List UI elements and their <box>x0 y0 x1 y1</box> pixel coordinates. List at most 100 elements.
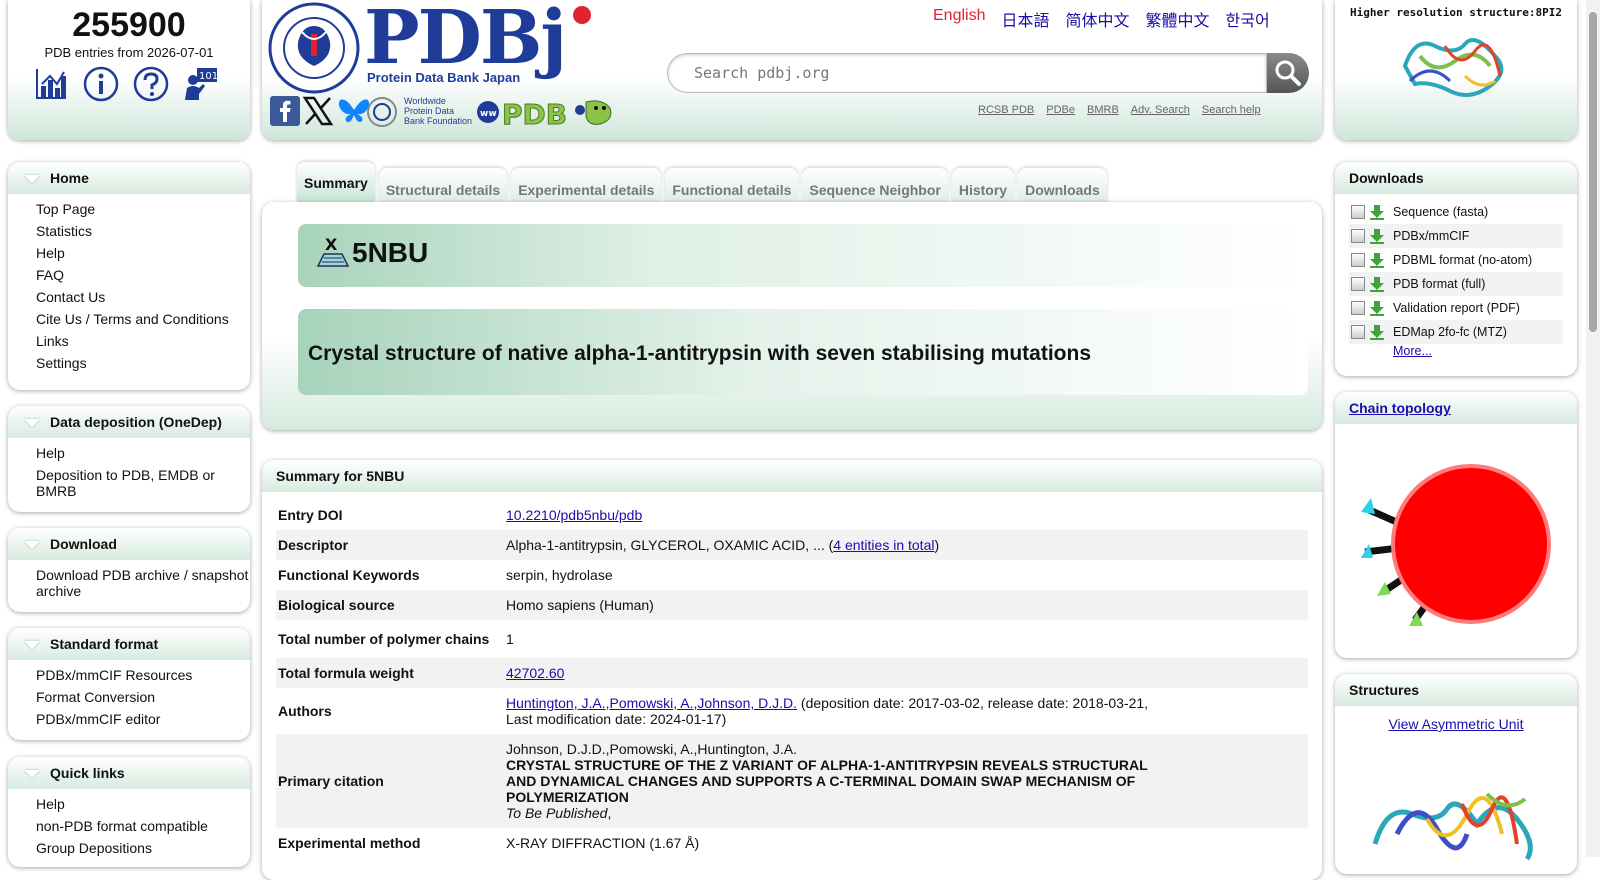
formula-weight-link[interactable]: 42702.60 <box>506 665 564 681</box>
download-edmap[interactable]: EDMap 2fo-fc (MTZ) <box>1393 325 1507 339</box>
pdbj-seal-logo[interactable] <box>268 2 360 94</box>
download-icon[interactable] <box>1369 324 1385 340</box>
menu-quick-links: Quick links Help non-PDB format compatib… <box>8 757 250 867</box>
menu-home-header[interactable]: Home <box>8 162 250 194</box>
search-input[interactable]: Search pdbj.org <box>667 53 1267 93</box>
download-icon[interactable] <box>1369 228 1385 244</box>
menu-item-help[interactable]: Help <box>36 242 250 264</box>
lang-simplified-chinese[interactable]: 简体中文 <box>1066 7 1130 31</box>
preview-icon[interactable] <box>1351 325 1365 339</box>
summary-panel: Summary for 5NBU Entry DOI 10.2210/pdb5n… <box>262 460 1322 880</box>
higher-resolution-panel: Higher resolution structure:8PI2 <box>1335 0 1577 140</box>
statistics-icon[interactable] <box>33 66 69 102</box>
preview-icon[interactable] <box>1351 301 1365 315</box>
table-row: Experimental method X-RAY DIFFRACTION (1… <box>276 828 1308 858</box>
wwpdb-foundation-text[interactable]: Worldwide Protein Data Bank Foundation <box>404 96 476 126</box>
citation-authors: Johnson, D.J.D.,Pomowski, A.,Huntington,… <box>506 741 798 757</box>
chains-value: 1 <box>506 631 514 647</box>
lang-korean[interactable]: 한국어 <box>1226 7 1270 31</box>
menu-item-non-pdb-format[interactable]: non-PDB format compatible <box>36 815 250 837</box>
structure-image[interactable] <box>1367 774 1537 864</box>
preview-icon[interactable] <box>1351 253 1365 267</box>
link-rcsb-pdb[interactable]: RCSB PDB <box>978 104 1034 116</box>
chain-topology-panel: Chain topology <box>1335 392 1577 658</box>
menu-standard-format-header[interactable]: Standard format <box>8 628 250 660</box>
entities-link[interactable]: 4 entities in total <box>833 537 934 553</box>
external-links: RCSB PDB PDBe BMRB Adv. Search Search he… <box>978 104 1261 116</box>
lang-japanese[interactable]: 日本語 <box>1001 7 1049 31</box>
menu-quick-links-header[interactable]: Quick links <box>8 757 250 789</box>
chain-topology-diagram[interactable] <box>1335 424 1577 658</box>
link-bmrb[interactable]: BMRB <box>1087 104 1119 116</box>
tab-summary[interactable]: Summary <box>297 162 375 203</box>
menu-item-quick-help[interactable]: Help <box>36 793 250 815</box>
download-pdbml[interactable]: PDBML format (no-atom) <box>1393 253 1532 267</box>
page-scrollbar[interactable] <box>1586 0 1600 857</box>
scrollbar-thumb[interactable] <box>1589 12 1597 332</box>
collapse-triangle-icon <box>24 175 40 183</box>
download-icon[interactable] <box>1369 276 1385 292</box>
link-adv-search[interactable]: Adv. Search <box>1131 104 1190 116</box>
menu-item-links[interactable]: Links <box>36 330 250 352</box>
menu-item-pdbx-resources[interactable]: PDBx/mmCIF Resources <box>36 664 250 686</box>
language-selector: English 日本語 简体中文 繁體中文 한국어 <box>933 7 1270 31</box>
svg-text:101: 101 <box>199 71 218 82</box>
downloads-list: Sequence (fasta) PDBx/mmCIF PDBML format… <box>1335 194 1577 344</box>
downloads-more-link[interactable]: More... <box>1393 344 1432 358</box>
entry-count: 255900 <box>72 6 186 44</box>
chain-topology-link[interactable]: Chain topology <box>1349 400 1451 416</box>
menu-item-statistics[interactable]: Statistics <box>36 220 250 242</box>
link-pdbe[interactable]: PDBe <box>1046 104 1075 116</box>
entry-title-box: X 5NBU Crystal structure of native alpha… <box>262 202 1322 430</box>
preview-icon[interactable] <box>1351 205 1365 219</box>
menu-item-format-conversion[interactable]: Format Conversion <box>36 686 250 708</box>
collapse-triangle-icon <box>24 541 40 549</box>
download-pdbx-mmcif[interactable]: PDBx/mmCIF <box>1393 229 1469 243</box>
menu-item-contact-us[interactable]: Contact Us <box>36 286 250 308</box>
menu-item-settings[interactable]: Settings <box>36 352 250 374</box>
menu-item-deposition-help[interactable]: Help <box>36 442 250 464</box>
pdbj-logo-text[interactable]: PDBj <box>364 0 567 80</box>
higher-resolution-title[interactable]: Higher resolution structure:8PI2 <box>1335 6 1577 19</box>
menu-item-group-depositions[interactable]: Group Depositions <box>36 837 250 859</box>
menu-item-cite-us[interactable]: Cite Us / Terms and Conditions <box>36 308 250 330</box>
search-button[interactable] <box>1267 53 1309 93</box>
menu-item-top-page[interactable]: Top Page <box>36 198 250 220</box>
facebook-icon[interactable] <box>270 96 300 126</box>
row-label: Total formula weight <box>276 658 504 688</box>
row-label: Entry DOI <box>278 507 343 523</box>
downloads-panel: Downloads Sequence (fasta) PDBx/mmCIF PD… <box>1335 162 1577 376</box>
entry-id: 5NBU <box>352 237 429 268</box>
menu-item-pdbx-editor[interactable]: PDBx/mmCIF editor <box>36 708 250 730</box>
download-validation-report[interactable]: Validation report (PDF) <box>1393 301 1520 315</box>
menu-item-faq[interactable]: FAQ <box>36 264 250 286</box>
x-twitter-icon[interactable] <box>302 95 334 127</box>
download-sequence-fasta[interactable]: Sequence (fasta) <box>1393 205 1488 219</box>
link-search-help[interactable]: Search help <box>1202 104 1261 116</box>
download-icon[interactable] <box>1369 300 1385 316</box>
preview-icon[interactable] <box>1351 229 1365 243</box>
search-icon <box>1275 60 1301 86</box>
download-icon[interactable] <box>1369 252 1385 268</box>
entry-doi-link[interactable]: 10.2210/pdb5nbu/pdb <box>506 507 642 523</box>
pdb-101-icon[interactable]: 101 <box>183 66 219 102</box>
lang-traditional-chinese[interactable]: 繁體中文 <box>1146 7 1210 31</box>
authors-link[interactable]: Huntington, J.A.,Pomowski, A.,Johnson, D… <box>506 695 797 711</box>
citation-journal: To Be Published <box>506 805 608 821</box>
lang-english[interactable]: English <box>933 7 985 31</box>
menu-item-deposition-to-pdb[interactable]: Deposition to PDB, EMDB or BMRB <box>36 464 250 502</box>
menu-data-deposition: Data deposition (OneDep) Help Deposition… <box>8 406 250 512</box>
menu-download-header[interactable]: Download <box>8 528 250 560</box>
higher-resolution-structure-image[interactable] <box>1395 26 1515 100</box>
menu-item-download-archive[interactable]: Download PDB archive / snapshot archive <box>36 564 250 602</box>
help-icon[interactable] <box>133 66 169 102</box>
info-icon[interactable] <box>83 66 119 102</box>
wwpdb-foundation-logo[interactable] <box>366 96 398 128</box>
wwpdb-logo[interactable]: ww PDB <box>476 96 614 128</box>
preview-icon[interactable] <box>1351 277 1365 291</box>
download-pdb-format[interactable]: PDB format (full) <box>1393 277 1485 291</box>
table-row: Descriptor Alpha-1-antitrypsin, GLYCEROL… <box>276 530 1308 560</box>
menu-data-deposition-header[interactable]: Data deposition (OneDep) <box>8 406 250 438</box>
view-asymmetric-unit-link[interactable]: View Asymmetric Unit <box>1388 716 1523 732</box>
download-icon[interactable] <box>1369 204 1385 220</box>
